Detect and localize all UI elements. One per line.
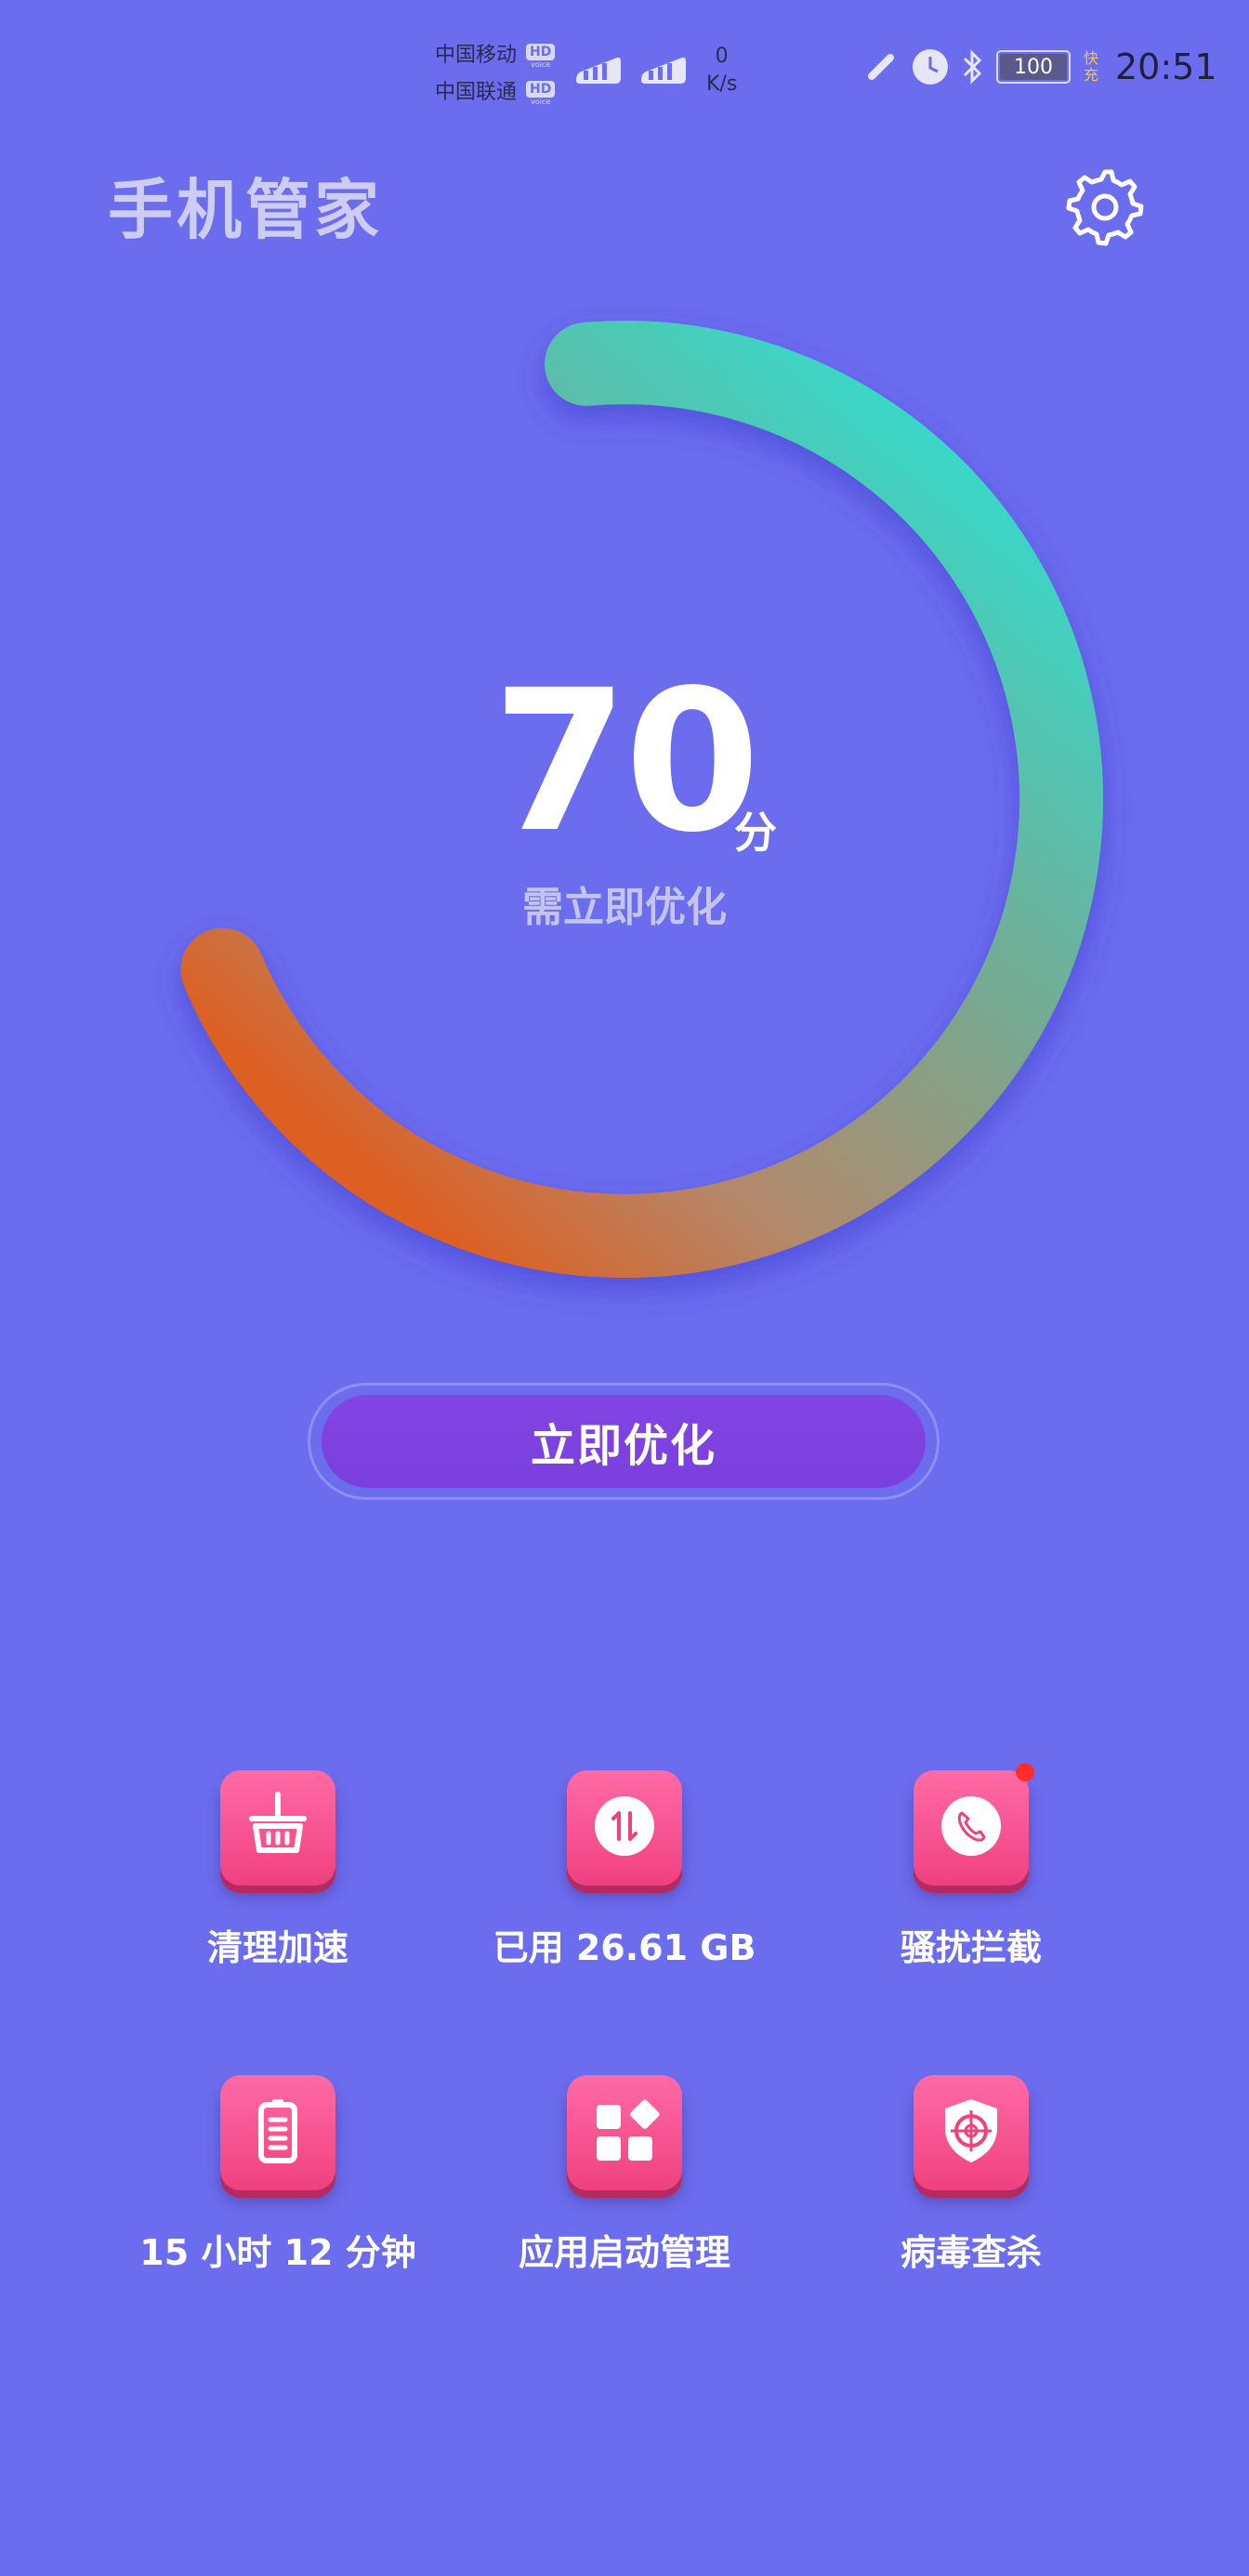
tile-label: 已用 26.61 GB [493, 1927, 756, 1968]
clean-basket-icon [220, 1770, 335, 1886]
tile-label: 骚扰拦截 [900, 1927, 1042, 1968]
tile-label: 15 小时 12 分钟 [139, 2232, 416, 2273]
tile-label: 病毒查杀 [900, 2232, 1042, 2273]
phone-block-icon [914, 1763, 1034, 1886]
optimize-button-frame[interactable]: 立即优化 [308, 1383, 940, 1500]
score-value: 70 [492, 648, 760, 875]
score-display: 70 [0, 664, 1249, 860]
battery-icon [220, 2075, 335, 2190]
tile-clean-boost[interactable]: 清理加速 [111, 1770, 445, 1970]
tile-call-block[interactable]: 骚扰拦截 [804, 1763, 1138, 1970]
tile-label: 清理加速 [206, 1927, 348, 1968]
notification-dot [1016, 1763, 1034, 1781]
score-status-text: 需立即优化 [522, 884, 727, 931]
tile-battery-time[interactable]: 15 小时 12 分钟 [111, 2075, 445, 2275]
tile-label: 应用启动管理 [518, 2232, 730, 2273]
tile-virus-scan[interactable]: 病毒查杀 [804, 2075, 1138, 2275]
score-unit: 分 [734, 808, 777, 858]
app-grid-icon [567, 2075, 682, 2190]
storage-transfer-icon [567, 1770, 682, 1886]
tile-app-startup[interactable]: 应用启动管理 [457, 2075, 792, 2275]
shield-target-icon [914, 2075, 1029, 2190]
optimize-now-button[interactable]: 立即优化 [322, 1395, 926, 1488]
tile-storage[interactable]: 已用 26.61 GB [457, 1770, 792, 1970]
